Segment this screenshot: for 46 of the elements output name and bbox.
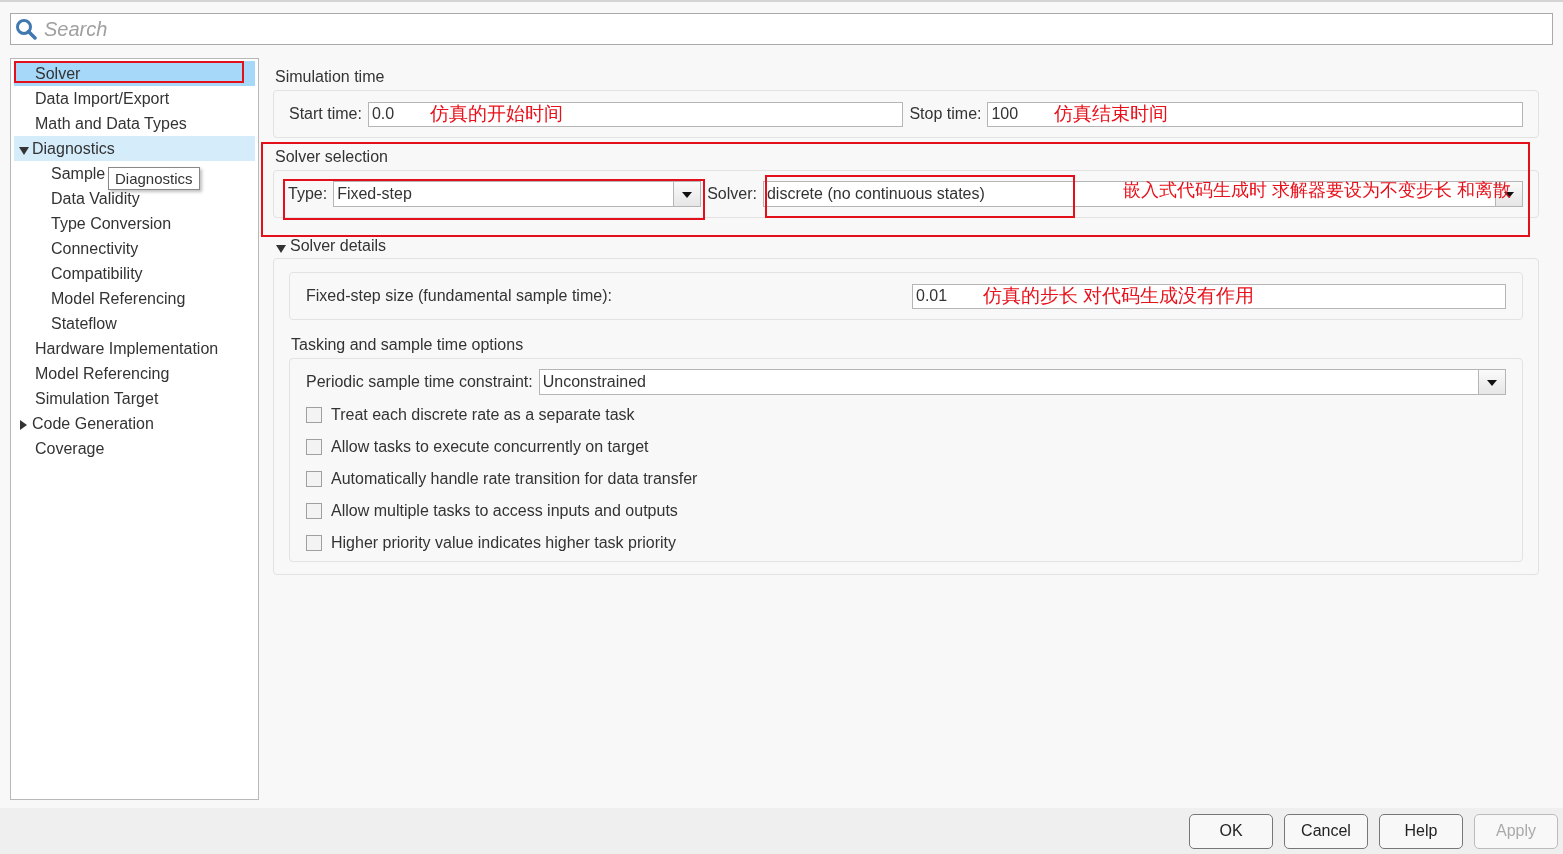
tree-item[interactable]: Hardware Implementation [35, 339, 219, 358]
tree-item[interactable]: Data Import/Export [35, 89, 170, 108]
field-label: Type: [288, 185, 328, 203]
field-label: Start time: [289, 105, 362, 123]
input-field[interactable]: 0.0 仿真的开始时间 [367, 101, 904, 127]
tree-item[interactable]: Data Validity [51, 189, 140, 208]
tree-item[interactable]: Math and Data Types [35, 114, 187, 133]
field-label: Solver: [707, 185, 757, 203]
tree-item[interactable]: Compatibility [51, 264, 143, 283]
input-field[interactable]: 0.01 仿真的步长 对代码生成没有作用 [912, 283, 1506, 309]
tooltip: Diagnostics [108, 167, 200, 190]
search-field[interactable]: Search [10, 13, 1553, 45]
tree-item[interactable]: Type Conversion [51, 214, 172, 233]
dialog-button[interactable]: OK [1189, 813, 1273, 849]
section-title: Solver selection [275, 148, 389, 167]
annotation-note: 仿真的开始时间 [430, 102, 564, 126]
tree-item[interactable]: Model Referencing [35, 364, 170, 383]
tree-item[interactable]: Connectivity [51, 239, 139, 258]
field-label: Periodic sample time constraint: [306, 373, 533, 391]
section-title: Simulation time [275, 68, 386, 87]
checkbox-option[interactable]: Allow tasks to execute concurrently on target [306, 431, 1506, 463]
section-title: Solver details [290, 237, 387, 255]
input-field[interactable]: 100 仿真结束时间 [987, 101, 1523, 127]
annotation-note: 嵌入式代码生成时 求解器要设为不变步长 和离散 [1123, 179, 1511, 202]
dialog-button[interactable]: Cancel [1284, 813, 1368, 849]
dialog-button[interactable]: Help [1379, 813, 1463, 849]
tree-item[interactable]: Solver [14, 61, 255, 86]
tree-item[interactable]: Diagnostics [14, 136, 255, 161]
dropdown[interactable]: Unconstrained [538, 369, 1506, 395]
dialog-button: Apply [1474, 813, 1558, 849]
annotation-note: 仿真的步长 对代码生成没有作用 [983, 284, 1255, 308]
tree-item[interactable]: Coverage [35, 439, 105, 458]
checkbox-option[interactable]: Allow multiple tasks to access inputs and outputs [306, 495, 1506, 527]
tree-item[interactable]: Simulation Target [35, 389, 159, 408]
annotation-note: 仿真结束时间 [1054, 102, 1169, 126]
section-title: Tasking and sample time options [291, 336, 525, 354]
tree-item[interactable]: Model Referencing [51, 289, 186, 308]
tree-item[interactable]: Sample [51, 164, 106, 183]
dropdown[interactable]: Fixed-step [333, 181, 702, 207]
tree-item[interactable]: Stateflow [51, 314, 117, 333]
tree-item[interactable]: Code Generation [32, 414, 154, 433]
checkbox-option[interactable]: Treat each discrete rate as a separate task [306, 399, 1506, 431]
field-label: Fixed-step size (fundamental sample time): [306, 287, 613, 305]
field-label: Stop time: [909, 105, 982, 123]
checkbox-option[interactable]: Higher priority value indicates higher task priority [306, 527, 1506, 559]
checkbox-option[interactable]: Automatically handle rate transition for data transfer [306, 463, 1506, 495]
